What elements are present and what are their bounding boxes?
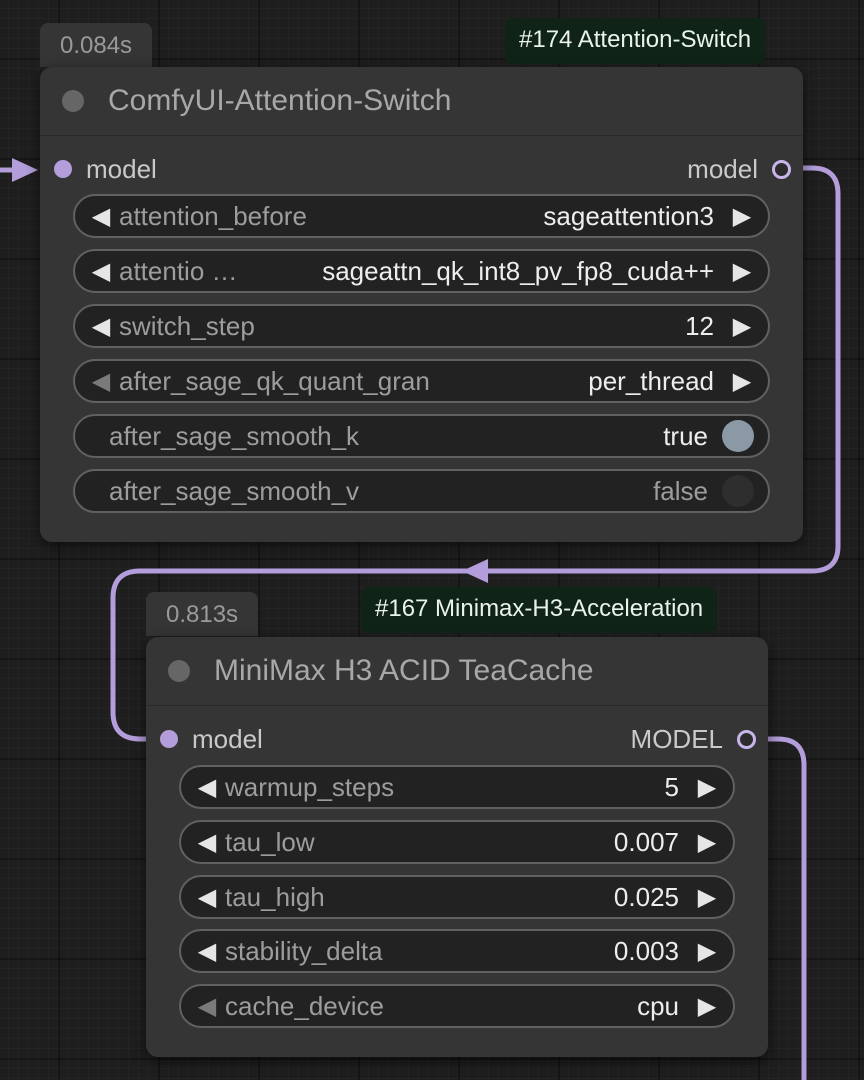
triangle-right-icon[interactable]: ▶ <box>724 312 760 341</box>
triangle-right-icon[interactable]: ▶ <box>724 202 760 231</box>
input-slot-label: model <box>86 153 157 184</box>
node-timing-label: 0.084s <box>40 23 153 67</box>
triangle-left-icon[interactable]: ◀ <box>83 202 119 231</box>
triangle-left-icon[interactable]: ◀ <box>189 828 225 857</box>
node-title-bar[interactable]: MiniMax H3 ACID TeaCache <box>146 637 768 706</box>
number-widget-warmup-steps[interactable]: ◀ warmup_steps 5 ▶ <box>179 765 735 809</box>
toggle-widget-smooth-k[interactable]: after_sage_smooth_k true <box>73 414 770 458</box>
triangle-right-icon[interactable]: ▶ <box>689 828 725 857</box>
widget-value: 0.025 <box>613 881 679 912</box>
io-row: model MODEL <box>146 721 768 757</box>
toggle-on-icon[interactable] <box>722 420 754 452</box>
node-id-badge: #167 Minimax-H3-Acceleration <box>361 587 718 633</box>
widget-label: attentio … <box>119 255 238 286</box>
widget-label: warmup_steps <box>225 771 395 802</box>
output-slot-label: MODEL <box>630 723 723 754</box>
toggle-widget-smooth-v[interactable]: after_sage_smooth_v false <box>73 469 770 513</box>
widget-value: false <box>653 475 708 506</box>
status-dot-icon[interactable] <box>62 90 84 112</box>
combo-widget-qk-quant-gran[interactable]: ◀ after_sage_qk_quant_gran per_thread ▶ <box>73 359 770 403</box>
input-slot-model[interactable]: model <box>160 721 263 757</box>
output-slot-dot-icon[interactable] <box>772 159 791 179</box>
output-slot-model[interactable]: model <box>687 151 791 187</box>
triangle-left-icon[interactable]: ◀ <box>83 312 119 341</box>
triangle-left-icon[interactable]: ◀ <box>189 773 225 802</box>
link-direction-arrow <box>462 559 488 583</box>
node-title: ComfyUI-Attention-Switch <box>108 84 452 117</box>
triangle-left-icon[interactable]: ◀ <box>83 367 119 396</box>
widget-value: cpu <box>637 990 679 1021</box>
widget-value: 0.003 <box>613 935 679 966</box>
widget-label: after_sage_qk_quant_gran <box>119 365 430 396</box>
output-slot-dot-icon[interactable] <box>737 729 756 749</box>
node-timing-label: 0.813s <box>146 592 259 636</box>
number-widget-stability-delta[interactable]: ◀ stability_delta 0.003 ▶ <box>179 929 735 973</box>
widget-value: sageattn_qk_int8_pv_fp8_cuda++ <box>322 255 714 286</box>
input-slot-label: model <box>192 723 263 754</box>
triangle-right-icon[interactable]: ▶ <box>689 992 725 1021</box>
attention-switch-node[interactable]: ComfyUI-Attention-Switch model model ◀ a… <box>40 67 803 542</box>
number-widget-tau-high[interactable]: ◀ tau_high 0.025 ▶ <box>179 875 735 919</box>
triangle-left-icon[interactable]: ◀ <box>189 937 225 966</box>
input-slot-dot-icon[interactable] <box>160 730 178 748</box>
widget-value: true <box>663 420 708 451</box>
output-slot-model[interactable]: MODEL <box>631 721 756 757</box>
widget-label: stability_delta <box>225 935 383 966</box>
combo-widget-attention-before[interactable]: ◀ attention_before sageattention3 ▶ <box>73 194 770 238</box>
toggle-off-icon[interactable] <box>722 475 754 507</box>
combo-widget-cache-device[interactable]: ◀ cache_device cpu ▶ <box>179 984 735 1028</box>
triangle-left-icon[interactable]: ◀ <box>189 992 225 1021</box>
status-dot-icon[interactable] <box>168 660 190 682</box>
number-widget-tau-low[interactable]: ◀ tau_low 0.007 ▶ <box>179 820 735 864</box>
input-slot-model[interactable]: model <box>54 151 157 187</box>
triangle-right-icon[interactable]: ▶ <box>689 883 725 912</box>
widget-value: sageattention3 <box>543 200 714 231</box>
widget-label: tau_high <box>225 881 325 912</box>
triangle-right-icon[interactable]: ▶ <box>724 257 760 286</box>
widget-label: after_sage_smooth_k <box>109 420 360 451</box>
widget-label: after_sage_smooth_v <box>109 475 360 506</box>
triangle-right-icon[interactable]: ▶ <box>689 773 725 802</box>
widget-label: cache_device <box>225 990 384 1021</box>
triangle-left-icon[interactable]: ◀ <box>189 883 225 912</box>
node-id-badge: #174 Attention-Switch <box>505 18 766 64</box>
node-title-bar[interactable]: ComfyUI-Attention-Switch <box>40 67 803 136</box>
triangle-right-icon[interactable]: ▶ <box>724 367 760 396</box>
widget-value: 5 <box>664 771 679 802</box>
number-widget-switch-step[interactable]: ◀ switch_step 12 ▶ <box>73 304 770 348</box>
triangle-right-icon[interactable]: ▶ <box>689 937 725 966</box>
widget-label: tau_low <box>225 826 315 857</box>
incoming-link-arrow <box>12 158 38 182</box>
widget-value: 12 <box>685 310 714 341</box>
minimax-teacache-node[interactable]: MiniMax H3 ACID TeaCache model MODEL ◀ w… <box>146 637 768 1057</box>
widget-value: 0.007 <box>613 826 679 857</box>
output-slot-label: model <box>687 153 758 184</box>
widget-label: attention_before <box>119 200 307 231</box>
triangle-left-icon[interactable]: ◀ <box>83 257 119 286</box>
combo-widget-attention-after[interactable]: ◀ attentio … sageattn_qk_int8_pv_fp8_cud… <box>73 249 770 293</box>
node-title: MiniMax H3 ACID TeaCache <box>214 654 594 687</box>
input-slot-dot-icon[interactable] <box>54 160 72 178</box>
widget-label: switch_step <box>119 310 255 341</box>
widget-value: per_thread <box>588 365 714 396</box>
io-row: model model <box>40 151 803 187</box>
